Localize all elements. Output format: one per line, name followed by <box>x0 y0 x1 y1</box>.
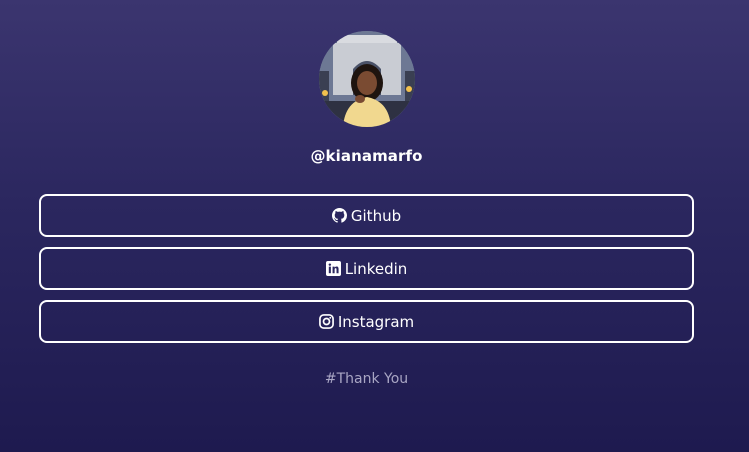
instagram-link-label: Instagram <box>337 312 415 331</box>
github-link-label: Github <box>350 206 402 225</box>
avatar-photo <box>319 31 415 127</box>
linkedin-icon <box>325 261 341 276</box>
linkedin-link-label: Linkedin <box>344 259 408 278</box>
instagram-link-button[interactable]: Instagram <box>39 300 694 343</box>
github-icon <box>331 208 347 223</box>
profile-avatar <box>319 31 415 127</box>
github-link-button[interactable]: Github <box>39 194 694 237</box>
link-list: Github Linkedin Instagram <box>39 194 694 353</box>
instagram-icon <box>318 314 334 329</box>
thank-you-text: #Thank You <box>324 371 409 387</box>
link-page: @kianamarfo Github Linkedin Instagram #T… <box>0 0 749 452</box>
linkedin-link-button[interactable]: Linkedin <box>39 247 694 290</box>
profile-handle: @kianamarfo <box>310 147 423 165</box>
